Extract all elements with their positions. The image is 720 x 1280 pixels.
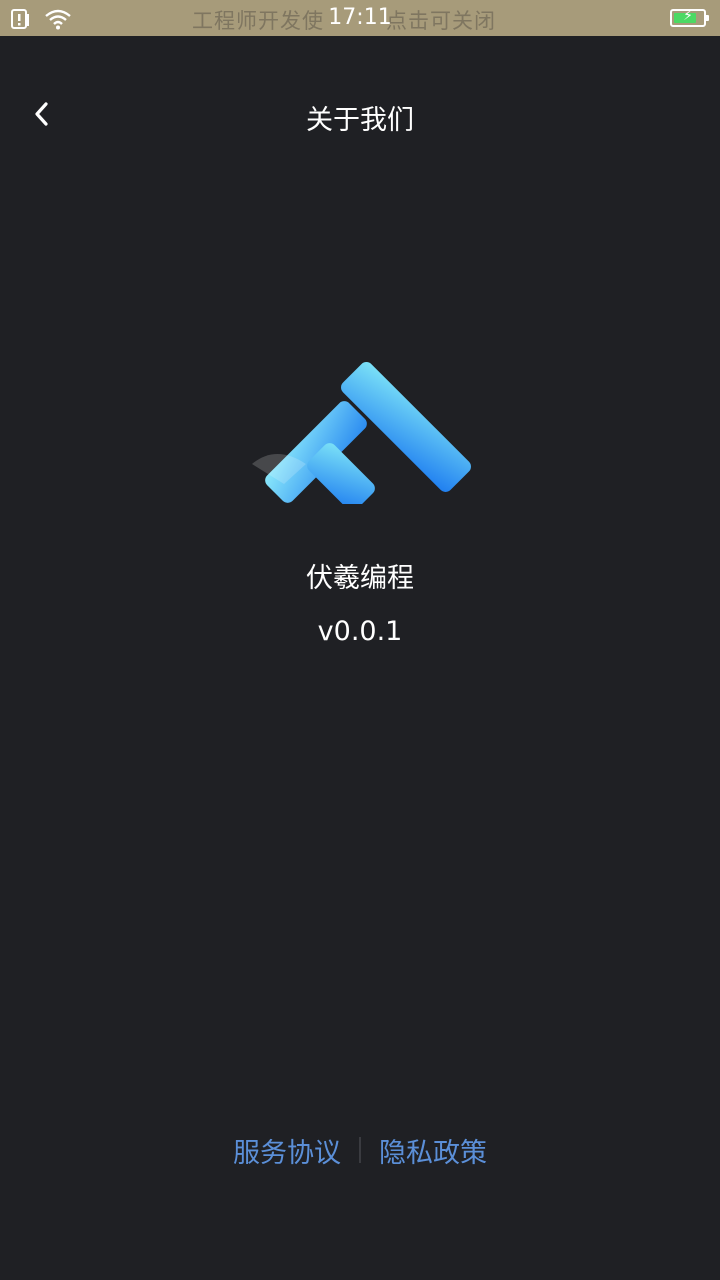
footer-links: 服务协议 隐私政策 — [0, 1130, 720, 1170]
privacy-policy-link[interactable]: 隐私政策 — [379, 1131, 487, 1170]
status-time: 17:11 — [328, 5, 392, 30]
app-name: 伏羲编程 — [306, 563, 414, 594]
app-version: v0.0.1 — [317, 616, 403, 647]
lightning-icon: ⚡ — [683, 8, 693, 24]
app-logo — [246, 356, 474, 511]
footer-divider — [359, 1137, 361, 1163]
nav-bar: 关于我们 — [0, 80, 720, 152]
battery-charging-icon: ⚡ — [670, 8, 709, 27]
status-bar: 工程师开发使 点击可关闭 17:11 ⚡ — [0, 0, 720, 36]
service-agreement-link[interactable]: 服务协议 — [233, 1131, 341, 1170]
battery-cap — [706, 15, 709, 21]
page-title: 关于我们 — [306, 105, 414, 136]
